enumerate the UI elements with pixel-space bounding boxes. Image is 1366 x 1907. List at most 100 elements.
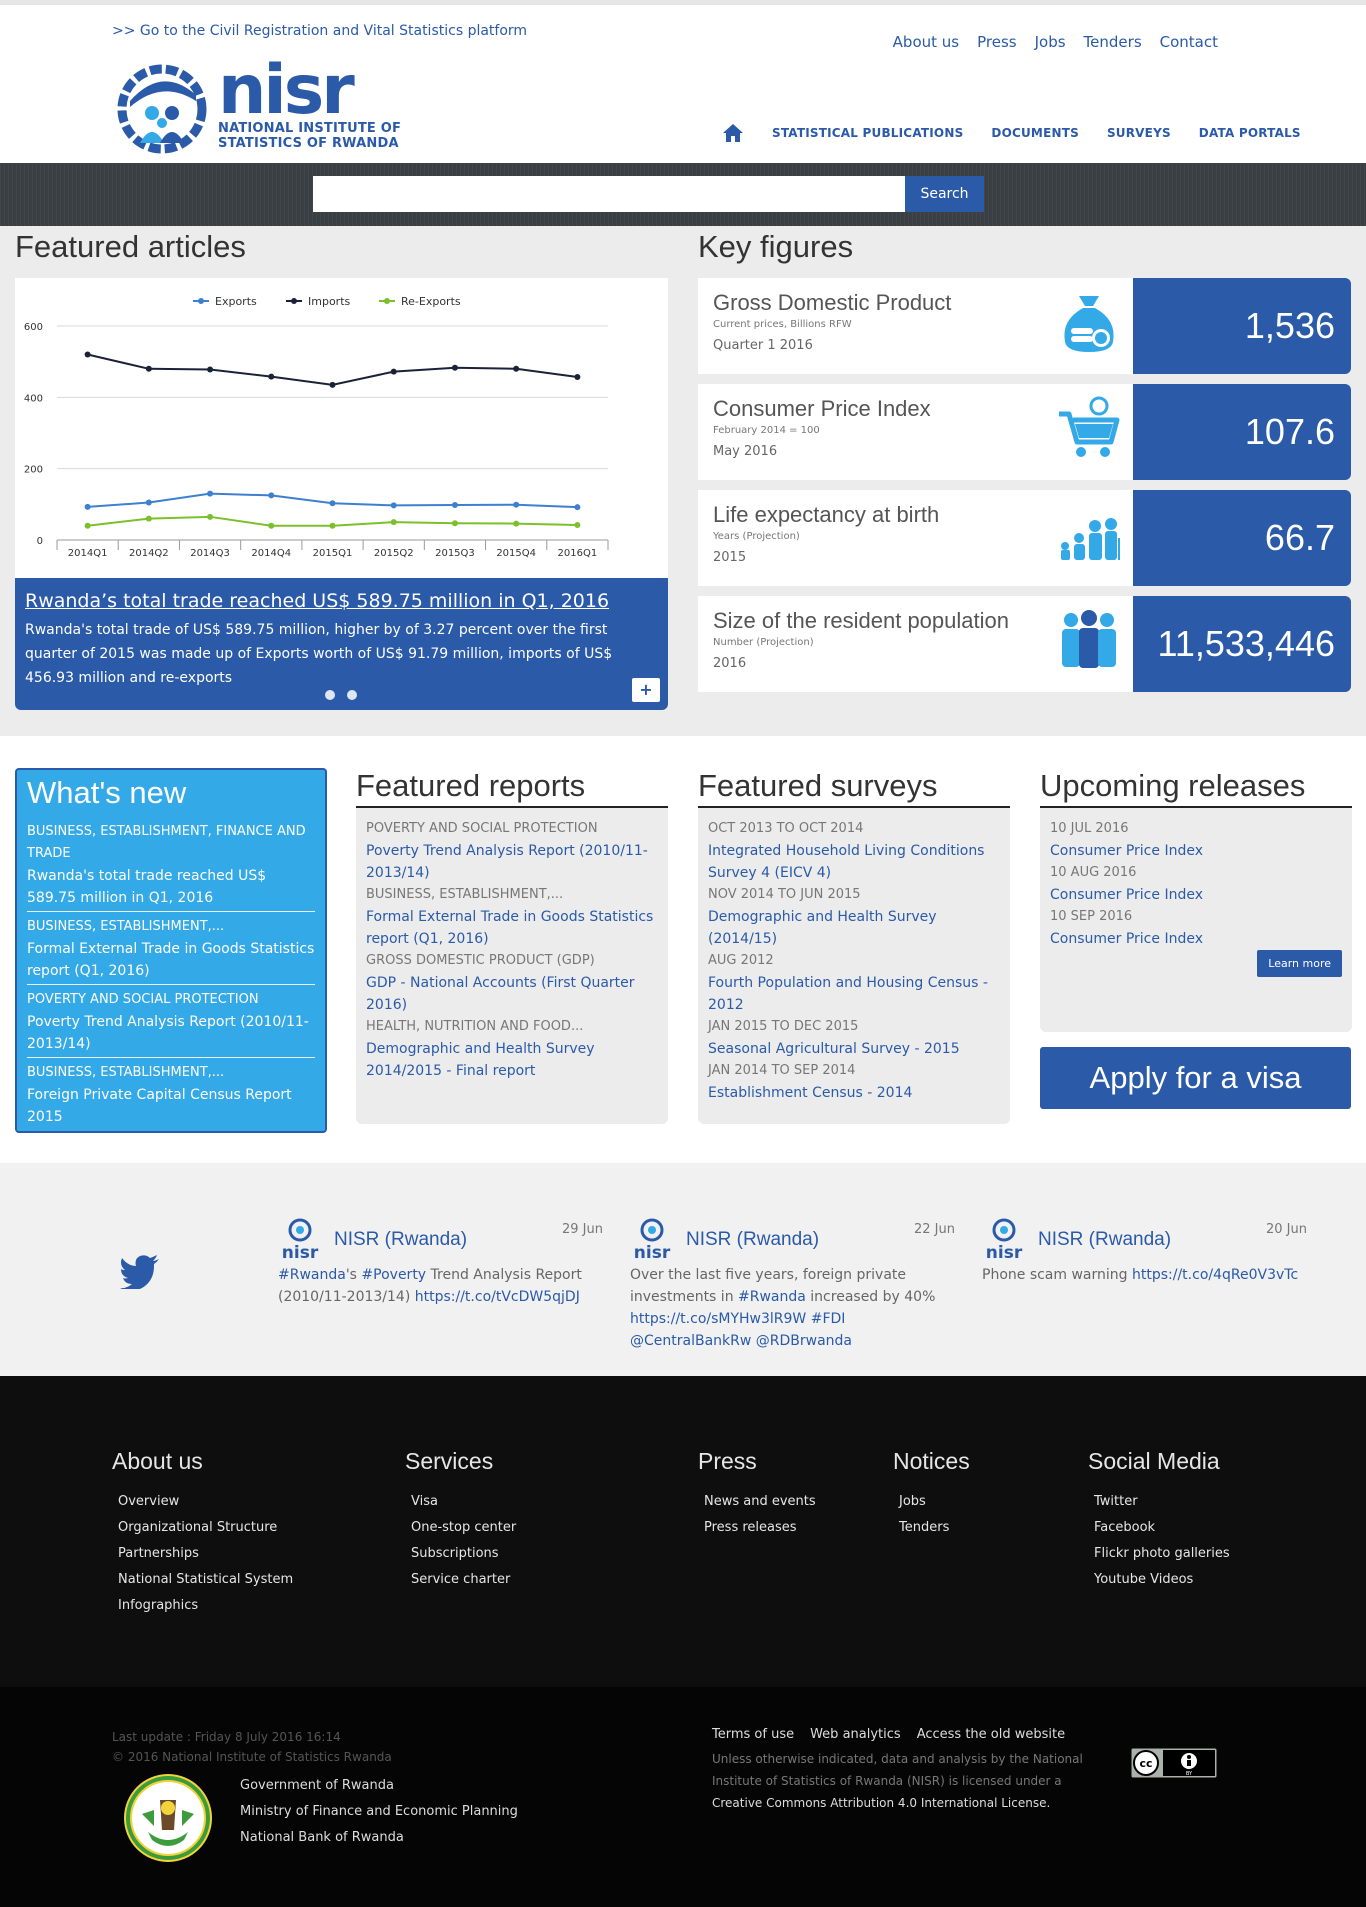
chart-y-tick-label: 200 xyxy=(24,465,43,476)
carousel-dot-1[interactable] xyxy=(325,690,335,700)
nisr-avatar-icon[interactable]: nisr xyxy=(982,1218,1026,1262)
chart-x-tick-label: 2014Q2 xyxy=(129,548,169,559)
item-link[interactable]: Establishment Census - 2014 xyxy=(708,1082,1000,1104)
footer-link[interactable]: Service charter xyxy=(411,1567,516,1593)
featured-reports-list: POVERTY AND SOCIAL PROTECTION Poverty Tr… xyxy=(356,808,668,1124)
home-icon[interactable] xyxy=(722,123,744,143)
tweet-link[interactable]: https://t.co/4qRe0V3vTc xyxy=(1132,1267,1298,1283)
release-link[interactable]: Consumer Price Index xyxy=(1050,840,1342,862)
key-figure-gdp[interactable]: Gross Domestic Product Current prices, B… xyxy=(698,278,1351,374)
nav-statistical-publications[interactable]: STATISTICAL PUBLICATIONS xyxy=(772,126,963,140)
footer-link[interactable]: Press releases xyxy=(704,1515,816,1541)
item-link[interactable]: Demographic and Health Survey (2014/15) xyxy=(708,906,1000,950)
license-link[interactable]: Creative Commons Attribution 4.0 Interna… xyxy=(712,1796,1050,1810)
logo-sub-line2: STATISTICS OF RWANDA xyxy=(218,136,399,151)
chart-data-point xyxy=(145,365,152,372)
footer-link[interactable]: News and events xyxy=(704,1489,816,1515)
gov-link[interactable]: Ministry of Finance and Economic Plannin… xyxy=(240,1799,518,1825)
footer-link[interactable]: Tenders xyxy=(899,1515,970,1541)
util-nav-jobs[interactable]: Jobs xyxy=(1035,33,1066,51)
chart-x-tick-label: 2014Q1 xyxy=(68,548,108,559)
tweet-author[interactable]: NISR (Rwanda) xyxy=(334,1229,467,1251)
item-link[interactable]: Integrated Household Living Conditions S… xyxy=(708,840,1000,884)
item-link[interactable]: Demographic and Health Survey 2014/2015 … xyxy=(366,1038,658,1082)
chart-data-point xyxy=(329,381,336,388)
item-category: GROSS DOMESTIC PRODUCT (GDP) xyxy=(366,953,595,968)
svg-text:cc: cc xyxy=(1139,1757,1152,1770)
item-link[interactable]: Formal External Trade in Goods Statistic… xyxy=(366,906,658,950)
license-body: Unless otherwise indicated, data and ana… xyxy=(712,1752,1083,1788)
footer-heading: Press xyxy=(698,1448,757,1474)
release-link[interactable]: Consumer Price Index xyxy=(1050,884,1342,906)
release-link[interactable]: Consumer Price Index xyxy=(1050,928,1342,950)
tweet-author[interactable]: NISR (Rwanda) xyxy=(686,1229,819,1251)
release-date: 10 AUG 2016 xyxy=(1050,865,1137,880)
gov-link[interactable]: Government of Rwanda xyxy=(240,1773,518,1799)
featured-article-title-link[interactable]: Rwanda’s total trade reached US$ 589.75 … xyxy=(25,590,658,612)
footer-link[interactable]: Subscriptions xyxy=(411,1541,516,1567)
logo-wordmark[interactable]: nisr NATIONAL INSTITUTE OF STATISTICS OF… xyxy=(218,57,402,152)
terms-link[interactable]: Terms of use xyxy=(712,1727,794,1742)
item-link[interactable]: Poverty Trend Analysis Report (2010/11-2… xyxy=(366,840,658,884)
search-input[interactable] xyxy=(313,176,905,212)
util-nav-contact[interactable]: Contact xyxy=(1160,33,1218,51)
tweet-hashtag[interactable]: #Poverty xyxy=(361,1267,426,1283)
footer-link[interactable]: Twitter xyxy=(1094,1489,1230,1515)
footer-link[interactable]: Facebook xyxy=(1094,1515,1230,1541)
chart-data-point xyxy=(329,522,336,529)
footer-link[interactable]: Flickr photo galleries xyxy=(1094,1541,1230,1567)
search-bar: Search xyxy=(0,163,1366,226)
footer-link[interactable]: Organizational Structure xyxy=(118,1515,293,1541)
item-link[interactable]: Fourth Population and Housing Census - 2… xyxy=(708,972,1000,1016)
expand-article-button[interactable]: + xyxy=(632,678,660,702)
search-button[interactable]: Search xyxy=(905,176,984,212)
apply-visa-button[interactable]: Apply for a visa xyxy=(1040,1047,1351,1109)
footer-link[interactable]: National Statistical System xyxy=(118,1567,293,1593)
crvs-platform-link[interactable]: >> Go to the Civil Registration and Vita… xyxy=(112,23,527,39)
nav-surveys[interactable]: SURVEYS xyxy=(1107,126,1171,140)
nisr-avatar-icon[interactable]: nisr xyxy=(278,1218,322,1262)
util-nav-about[interactable]: About us xyxy=(893,33,959,51)
item-link[interactable]: Rwanda's total trade reached US$ 589.75 … xyxy=(27,865,315,909)
web-analytics-link[interactable]: Web analytics xyxy=(810,1727,901,1742)
footer-social: Social Media Twitter Facebook Flickr pho… xyxy=(1088,1448,1230,1593)
learn-more-button[interactable]: Learn more xyxy=(1257,950,1342,977)
gov-link[interactable]: National Bank of Rwanda xyxy=(240,1825,518,1851)
chart-data-point xyxy=(84,503,91,510)
key-figure-life-expectancy[interactable]: Life expectancy at birth Years (Projecti… xyxy=(698,490,1351,586)
chart-data-point xyxy=(207,490,214,497)
tweet-card: nisr NISR (Rwanda) 20 Jun Phone scam war… xyxy=(982,1218,1307,1286)
footer-link[interactable]: Jobs xyxy=(899,1489,970,1515)
old-website-link[interactable]: Access the old website xyxy=(917,1727,1065,1742)
util-nav-press[interactable]: Press xyxy=(977,33,1016,51)
footer-link[interactable]: Youtube Videos xyxy=(1094,1567,1230,1593)
footer-link[interactable]: Overview xyxy=(118,1489,293,1515)
logo-sub-line1: NATIONAL INSTITUTE OF xyxy=(218,121,402,136)
tweet-author[interactable]: NISR (Rwanda) xyxy=(1038,1229,1171,1251)
footer-link[interactable]: Partnerships xyxy=(118,1541,293,1567)
footer-link[interactable]: Infographics xyxy=(118,1593,293,1619)
key-figure-cpi[interactable]: Consumer Price Index February 2014 = 100… xyxy=(698,384,1351,480)
key-figure-population[interactable]: Size of the resident population Number (… xyxy=(698,596,1351,692)
nav-documents[interactable]: DOCUMENTS xyxy=(991,126,1079,140)
carousel-dot-2[interactable] xyxy=(347,690,357,700)
chart-data-point xyxy=(451,520,458,527)
footer-link[interactable]: One-stop center xyxy=(411,1515,516,1541)
tweet-hashtag[interactable]: #Rwanda xyxy=(278,1267,346,1283)
tweet-hashtag[interactable]: #Rwanda xyxy=(738,1289,806,1305)
item-category: BUSINESS, ESTABLISHMENT,... xyxy=(27,1065,225,1080)
release-date: 10 SEP 2016 xyxy=(1050,909,1133,924)
twitter-bird-icon[interactable] xyxy=(120,1255,160,1289)
footer-link[interactable]: Visa xyxy=(411,1489,516,1515)
item-link[interactable]: GDP - National Accounts (First Quarter 2… xyxy=(366,972,658,1016)
util-nav-tenders[interactable]: Tenders xyxy=(1084,33,1142,51)
creative-commons-badge-icon[interactable]: cc BY xyxy=(1131,1748,1217,1778)
nav-data-portals[interactable]: DATA PORTALS xyxy=(1199,126,1301,140)
tweet-link[interactable]: https://t.co/tVcDW5qjDJ xyxy=(415,1289,580,1305)
item-link[interactable]: Seasonal Agricultural Survey - 2015 xyxy=(708,1038,1000,1060)
item-link[interactable]: Foreign Private Capital Census Report 20… xyxy=(27,1084,315,1128)
item-link[interactable]: Poverty Trend Analysis Report (2010/11-2… xyxy=(27,1011,315,1055)
tweet-link[interactable]: https://t.co/sMYHw3lR9W #FDI @CentralBan… xyxy=(630,1311,852,1349)
item-link[interactable]: Formal External Trade in Goods Statistic… xyxy=(27,938,315,982)
nisr-avatar-icon[interactable]: nisr xyxy=(630,1218,674,1262)
